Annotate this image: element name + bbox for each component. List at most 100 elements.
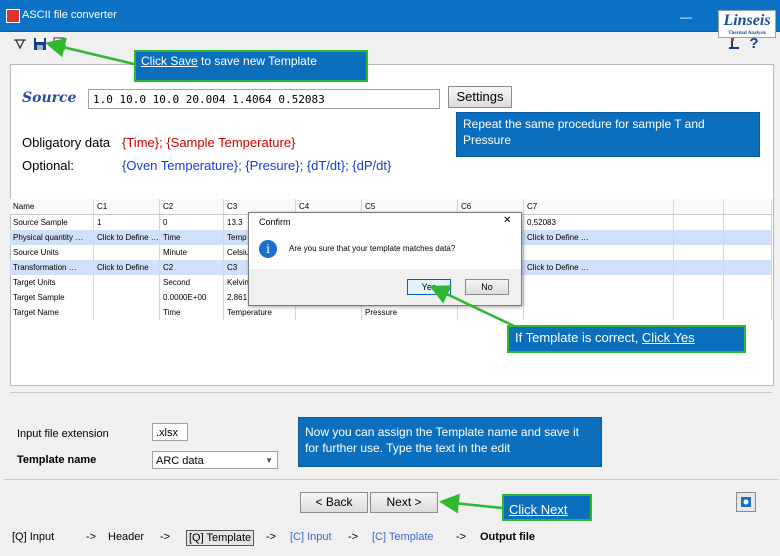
settings-small-icon[interactable] [736, 492, 756, 512]
table-cell[interactable] [524, 305, 674, 320]
table-cell[interactable]: Source Units [10, 245, 94, 260]
chevron-down-icon: ▼ [265, 456, 273, 465]
dialog-title: Confirm [259, 217, 291, 227]
header-cell[interactable] [674, 199, 724, 214]
obligatory-value: {Time}; {Sample Temperature} [122, 135, 296, 150]
table-cell[interactable]: 0.52083 [524, 215, 674, 230]
table-cell[interactable] [674, 245, 724, 260]
table-cell[interactable] [674, 290, 724, 305]
table-cell[interactable]: Minute [160, 245, 224, 260]
table-cell[interactable] [296, 305, 362, 320]
template-name-label: Template name [17, 454, 97, 466]
dialog-yes-button[interactable]: Yes [407, 279, 451, 295]
header-cell[interactable]: C1 [94, 199, 160, 214]
table-cell[interactable] [724, 290, 772, 305]
optional-value: {Oven Temperature}; {Presure}; {dT/dt}; … [122, 158, 392, 173]
step-arrow: -> [266, 531, 277, 543]
table-cell[interactable] [724, 275, 772, 290]
assign-callout: Now you can assign the Template name and… [298, 417, 602, 467]
table-cell[interactable]: Temperature [224, 305, 296, 320]
input-extension-field[interactable]: .xlsx [152, 423, 188, 441]
app-icon [6, 9, 20, 23]
table-cell[interactable] [724, 245, 772, 260]
table-cell[interactable] [94, 305, 160, 320]
title-bar: ASCII file converter — [0, 0, 780, 32]
table-cell[interactable] [724, 305, 772, 320]
logo-text: Linseis [723, 12, 771, 29]
table-cell[interactable]: C2 [160, 260, 224, 275]
table-cell[interactable]: 0 [160, 215, 224, 230]
step-arrow: -> [456, 531, 467, 543]
step-arrow: -> [348, 531, 359, 543]
step-tab-q-template[interactable]: [Q] Template [186, 530, 255, 546]
table-cell[interactable]: 0.0000E+00 [160, 290, 224, 305]
source-line-field[interactable]: 1.0 10.0 10.0 20.004 1.4064 0.52083 [88, 89, 440, 109]
template-name-combobox[interactable]: ARC data ▼ [152, 451, 278, 469]
dialog-no-button[interactable]: No [465, 279, 509, 295]
table-cell[interactable]: Physical quantity … [10, 230, 94, 245]
table-cell[interactable] [524, 290, 674, 305]
next-button[interactable]: Next > [370, 492, 438, 513]
step-tab-c-template[interactable]: [C] Template [372, 530, 434, 544]
table-cell[interactable]: Pressure [362, 305, 458, 320]
confirm-dialog: Confirm ✕ i Are you sure that your templ… [248, 212, 522, 306]
window-title: ASCII file converter [22, 9, 117, 21]
table-cell[interactable]: Time [160, 305, 224, 320]
table-cell[interactable]: Target Name [10, 305, 94, 320]
save-icon[interactable] [32, 36, 48, 52]
company-logo: Linseis Thermal Analysis [718, 10, 776, 38]
new-icon[interactable] [12, 36, 28, 52]
save-callout-link: Click Save [141, 54, 198, 68]
obligatory-label: Obligatory data [22, 135, 111, 150]
table-cell[interactable] [458, 305, 524, 320]
settings-button[interactable]: Settings [448, 86, 512, 108]
table-cell[interactable]: Target Units [10, 275, 94, 290]
table-cell[interactable]: Target Sample [10, 290, 94, 305]
header-cell[interactable]: C2 [160, 199, 224, 214]
table-cell[interactable] [674, 305, 724, 320]
table-cell[interactable] [724, 260, 772, 275]
header-cell[interactable]: C7 [524, 199, 674, 214]
export-icon[interactable] [726, 36, 742, 52]
table-cell[interactable] [674, 215, 724, 230]
step-tab-header[interactable]: Header [108, 530, 144, 544]
info-icon: i [259, 240, 277, 258]
source-label: Source [22, 90, 77, 106]
table-cell[interactable] [524, 245, 674, 260]
header-cell[interactable]: Name [10, 199, 94, 214]
table-cell[interactable]: Click to Define … [94, 230, 160, 245]
table-cell[interactable] [524, 275, 674, 290]
step-tab-output-file[interactable]: Output file [480, 530, 535, 544]
table-cell[interactable] [724, 230, 772, 245]
dialog-close-button[interactable]: ✕ [503, 215, 511, 226]
table-cell[interactable]: Transformation … [10, 260, 94, 275]
back-button[interactable]: < Back [300, 492, 368, 513]
repeat-callout: Repeat the same procedure for sample T a… [456, 112, 760, 157]
yes-callout-text: If Template is correct, [515, 330, 642, 345]
table-cell[interactable] [724, 215, 772, 230]
table-cell[interactable] [674, 260, 724, 275]
header-cell[interactable] [724, 199, 772, 214]
table-cell[interactable]: Second [160, 275, 224, 290]
step-tab-c-input[interactable]: [C] Input [290, 530, 332, 544]
yes-callout: If Template is correct, Click Yes [507, 325, 746, 353]
help-icon[interactable]: ? [746, 35, 762, 52]
table-row[interactable]: Target Name Time Temperature Pressure [10, 305, 772, 320]
table-cell[interactable]: Source Sample [10, 215, 94, 230]
next-callout: Click Next [502, 494, 592, 521]
table-cell[interactable] [674, 275, 724, 290]
table-cell[interactable] [674, 230, 724, 245]
preview-icon[interactable] [52, 36, 68, 52]
table-cell[interactable]: Click to Define … [524, 230, 674, 245]
minimize-button[interactable]: — [680, 10, 692, 24]
step-tab-q-input[interactable]: [Q] Input [12, 530, 54, 544]
step-arrow: -> [86, 531, 97, 543]
table-cell[interactable] [94, 275, 160, 290]
table-cell[interactable]: Time [160, 230, 224, 245]
table-cell[interactable]: Click to Define … [524, 260, 674, 275]
dialog-message: Are you sure that your template matches … [289, 244, 456, 253]
table-cell[interactable]: Click to Define [94, 260, 160, 275]
table-cell[interactable] [94, 290, 160, 305]
table-cell[interactable]: 1 [94, 215, 160, 230]
table-cell[interactable] [94, 245, 160, 260]
